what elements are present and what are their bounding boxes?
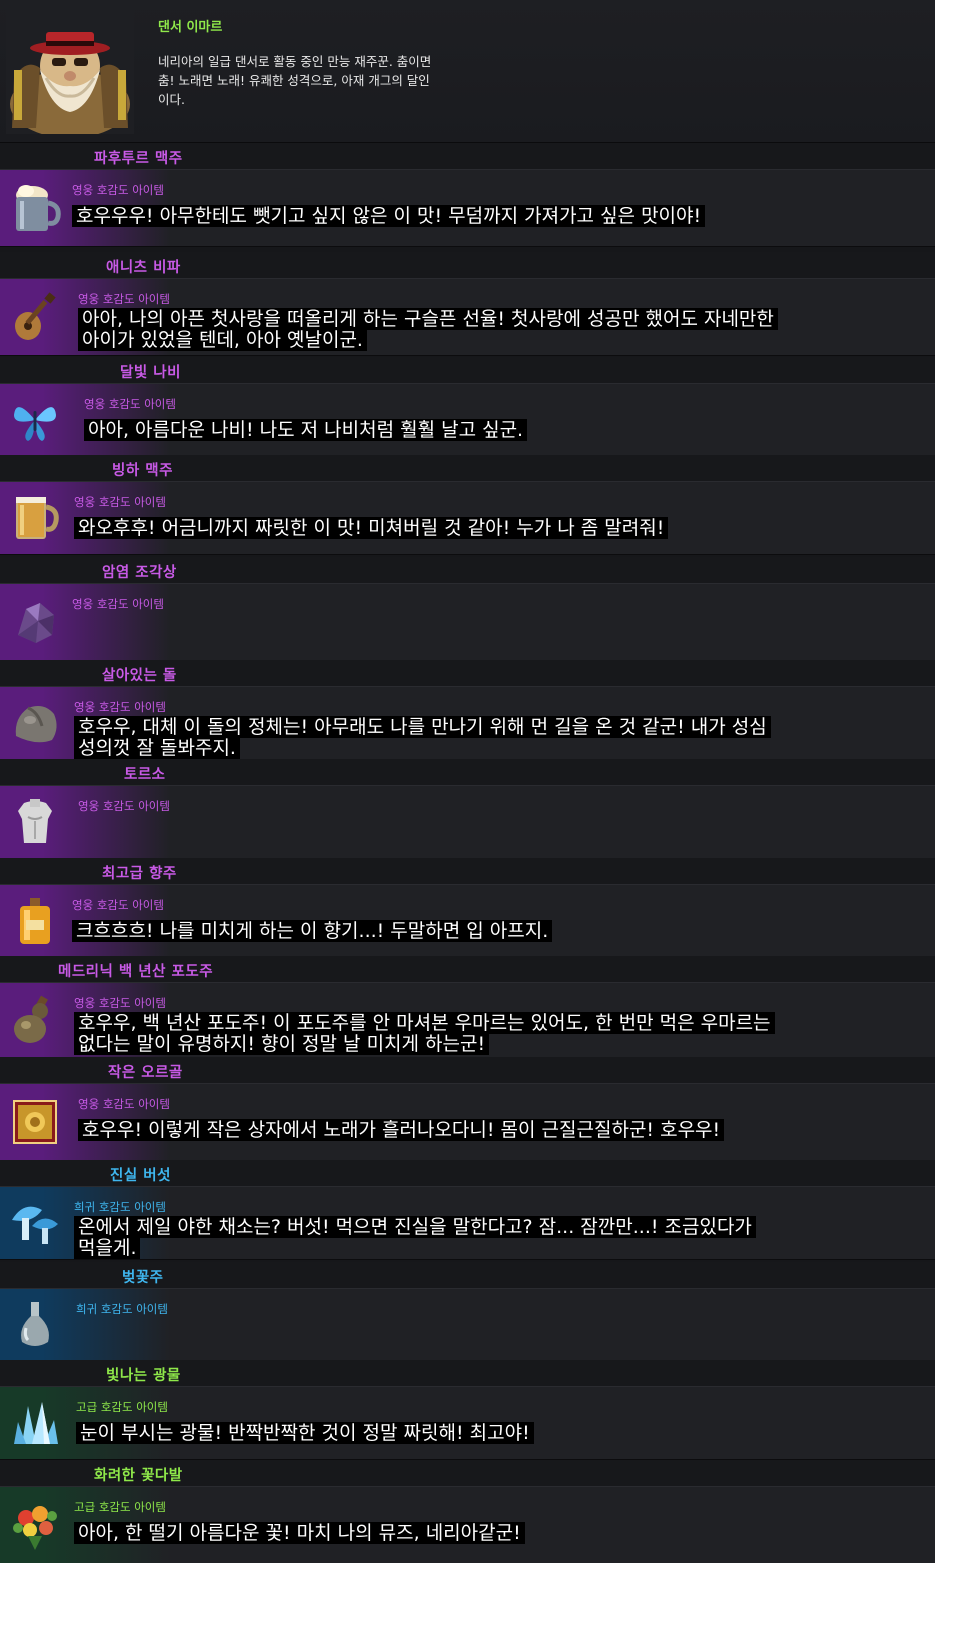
item-title: 빙하 맥주 [112,463,173,479]
item-title-bar: 최고급 향주 [0,858,935,884]
grade-label: 영웅 호감도 아이템 [78,799,170,813]
item-title-bar: 살아있는 돌 [0,660,935,686]
music-box-icon [6,1093,64,1151]
grade-label: 고급 호감도 아이템 [74,1500,166,1514]
grade-label: 영웅 호감도 아이템 [74,996,166,1010]
item-row: 영웅 호감도 아이템와오후후! 어금니까지 짜릿한 이 맛! 미쳐버릴 것 같아… [0,481,935,555]
item-title: 달빛 나비 [120,365,181,381]
grade-label: 희귀 호감도 아이템 [74,1200,166,1214]
item-title: 살아있는 돌 [102,668,177,684]
item-title: 진실 버섯 [110,1168,171,1184]
grade-label: 영웅 호감도 아이템 [72,898,164,912]
grade-label: 영웅 호감도 아이템 [78,292,170,306]
item-quote-text: 아아, 한 떨기 아름다운 꽃! 마치 나의 뮤즈, 네리아같군! [74,1522,525,1544]
item-quote-text: 눈이 부시는 광물! 반짝반짝한 것이 정말 짜릿해! 최고야! [76,1422,534,1444]
affinity-item-list: 댄서 이마르 네리아의 일급 댄서로 활동 중인 만능 재주꾼. 춤이면 춤! … [0,0,935,1563]
grade-label: 영웅 호감도 아이템 [84,397,176,411]
item-title-bar: 메드리닉 백 년산 포도주 [0,956,935,982]
wine-gourd-icon [6,991,64,1049]
item-row: 영웅 호감도 아이템호우우! 이렇게 작은 상자에서 노래가 흘러나오다니! 몸… [0,1083,935,1161]
grade-label: 영웅 호감도 아이템 [78,1097,170,1111]
crystal-cluster-icon [6,1394,64,1452]
item-quote: 와오후후! 어금니까지 짜릿한 이 맛! 미쳐버릴 것 같아! 누가 나 좀 말… [74,517,669,539]
grade-label: 영웅 호감도 아이템 [72,597,164,611]
crystal-rock-icon [6,593,64,651]
item-title-bar: 파후투르 맥주 [0,143,935,169]
item-title: 암염 조각상 [102,565,177,581]
item-quote-text: 아아, 아름다운 나비! 나도 저 나비처럼 훨훨 날고 싶군. [84,419,528,441]
item-title-bar: 암염 조각상 [0,557,935,583]
item-row: 영웅 호감도 아이템호우우우! 아무한테도 뺏기고 싶지 않은 이 맛! 무덤까… [0,169,935,247]
npc-header: 댄서 이마르 네리아의 일급 댄서로 활동 중인 만능 재주꾼. 춤이면 춤! … [0,0,935,143]
item-row: 영웅 호감도 아이템 [0,785,935,859]
item-title-bar: 빛나는 광물 [0,1360,935,1386]
stone-icon [6,694,64,752]
flower-bouquet-icon [6,1496,64,1554]
item-title: 메드리닉 백 년산 포도주 [58,964,214,980]
item-title-bar: 화려한 꽃다발 [0,1460,935,1486]
item-row: 영웅 호감도 아이템호우우, 대체 이 돌의 정체는! 아무래도 나를 만나기 … [0,686,935,760]
npc-portrait [6,8,134,138]
mushroom-icon [6,1194,64,1252]
grade-label: 고급 호감도 아이템 [76,1400,168,1414]
item-title: 애니츠 비파 [106,260,181,276]
torso-icon [6,793,64,851]
item-quote-text: 온에서 제일 야한 채소는? 버섯! 먹으면 진실을 말한다고? 잠... 잠깐… [74,1216,756,1259]
liquor-bottle-icon [6,892,64,950]
item-quote-text: 호우우우! 아무한테도 뺏기고 싶지 않은 이 맛! 무덤까지 가져가고 싶은 … [72,205,706,227]
item-quote: 온에서 제일 야한 채소는? 버섯! 먹으면 진실을 말한다고? 잠... 잠깐… [74,1216,774,1259]
npc-description: 네리아의 일급 댄서로 활동 중인 만능 재주꾼. 춤이면 춤! 노래면 노래!… [158,54,432,107]
item-quote: 아아, 나의 아픈 첫사랑을 떠올리게 하는 구슬픈 선율! 첫사랑에 성공만 … [78,308,778,351]
butterfly-icon [6,391,64,449]
item-quote: 눈이 부시는 광물! 반짝반짝한 것이 정말 짜릿해! 최고야! [76,1422,534,1444]
item-title: 최고급 향주 [102,866,177,882]
item-quote-text: 크흐흐흐! 나를 미치게 하는 이 향기...! 두말하면 입 아프지. [72,920,553,942]
beer-mug-foam-icon [6,179,64,237]
grade-label: 영웅 호감도 아이템 [72,183,164,197]
item-quote-text: 호우우, 백 년산 포도주! 이 포도주를 안 마셔본 우마르는 있어도, 한 … [74,1012,775,1055]
item-title-bar: 벚꽃주 [0,1262,935,1288]
item-quote: 호우우, 대체 이 돌의 정체는! 아무래도 나를 만나기 위해 먼 길을 온 … [74,716,774,759]
item-title-bar: 달빛 나비 [0,357,935,383]
item-row: 영웅 호감도 아이템아아, 나의 아픈 첫사랑을 떠올리게 하는 구슬픈 선율!… [0,278,935,356]
item-quote: 아아, 아름다운 나비! 나도 저 나비처럼 훨훨 날고 싶군. [84,419,528,441]
item-title: 작은 오르골 [108,1065,183,1081]
item-title-bar: 진실 버섯 [0,1160,935,1186]
item-quote: 크흐흐흐! 나를 미치게 하는 이 향기...! 두말하면 입 아프지. [72,920,553,942]
item-quote-text: 호우우! 이렇게 작은 상자에서 노래가 흘러나오다니! 몸이 근질근질하군! … [78,1119,725,1141]
flask-icon [6,1296,64,1354]
item-row: 고급 호감도 아이템눈이 부시는 광물! 반짝반짝한 것이 정말 짜릿해! 최고… [0,1386,935,1460]
item-title: 토르소 [124,767,166,783]
item-row: 고급 호감도 아이템아아, 한 떨기 아름다운 꽃! 마치 나의 뮤즈, 네리아… [0,1486,935,1563]
item-quote: 호우우! 이렇게 작은 상자에서 노래가 흘러나오다니! 몸이 근질근질하군! … [78,1119,725,1141]
item-quote-text: 호우우, 대체 이 돌의 정체는! 아무래도 나를 만나기 위해 먼 길을 온 … [74,716,771,759]
item-row: 희귀 호감도 아이템온에서 제일 야한 채소는? 버섯! 먹으면 진실을 말한다… [0,1186,935,1260]
item-row: 영웅 호감도 아이템아아, 아름다운 나비! 나도 저 나비처럼 훨훨 날고 싶… [0,383,935,457]
item-title-bar: 토르소 [0,759,935,785]
item-row: 영웅 호감도 아이템 [0,583,935,661]
dancer-portrait-icon [6,8,134,138]
item-row: 영웅 호감도 아이템크흐흐흐! 나를 미치게 하는 이 향기...! 두말하면 … [0,884,935,958]
item-quote: 호우우, 백 년산 포도주! 이 포도주를 안 마셔본 우마르는 있어도, 한 … [74,1012,775,1055]
item-quote-text: 아아, 나의 아픈 첫사랑을 떠올리게 하는 구슬픈 선율! 첫사랑에 성공만 … [78,308,778,351]
npc-name: 댄서 이마르 [158,20,223,35]
item-title: 벚꽃주 [122,1270,164,1286]
item-row: 희귀 호감도 아이템 [0,1288,935,1362]
item-quote: 호우우우! 아무한테도 뺏기고 싶지 않은 이 맛! 무덤까지 가져가고 싶은 … [72,205,706,227]
beer-mug-icon [6,489,64,547]
item-title-bar: 애니츠 비파 [0,252,935,278]
item-quote: 아아, 한 떨기 아름다운 꽃! 마치 나의 뮤즈, 네리아같군! [74,1522,525,1544]
item-title: 파후투르 맥주 [94,151,183,167]
item-row: 영웅 호감도 아이템호우우, 백 년산 포도주! 이 포도주를 안 마셔본 우마… [0,982,935,1058]
grade-label: 영웅 호감도 아이템 [74,495,166,509]
item-title-bar: 작은 오르골 [0,1057,935,1083]
item-quote-text: 와오후후! 어금니까지 짜릿한 이 맛! 미쳐버릴 것 같아! 누가 나 좀 말… [74,517,669,539]
item-title: 화려한 꽃다발 [94,1468,183,1484]
grade-label: 희귀 호감도 아이템 [76,1302,168,1316]
item-title: 빛나는 광물 [106,1368,181,1384]
lute-icon [6,288,64,346]
item-title-bar: 빙하 맥주 [0,455,935,481]
grade-label: 영웅 호감도 아이템 [74,700,166,714]
